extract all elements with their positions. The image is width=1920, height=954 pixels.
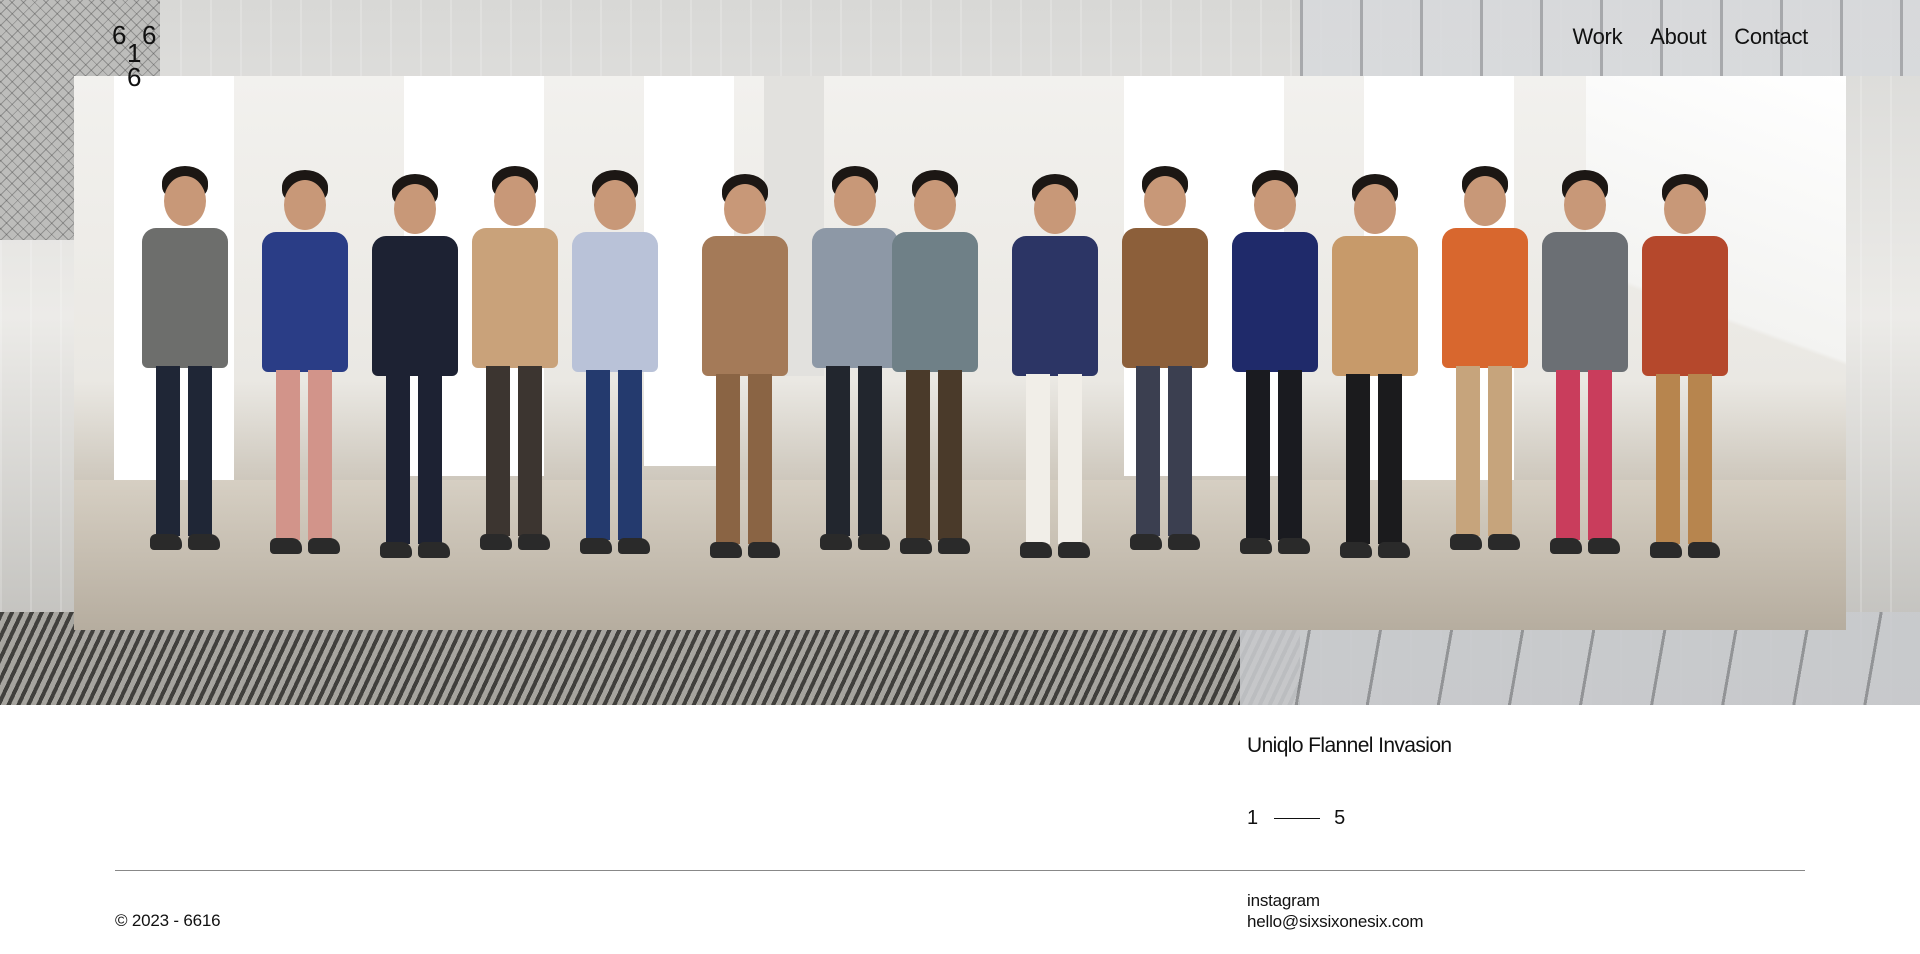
photo-person	[364, 174, 464, 594]
photo-person	[1114, 166, 1214, 586]
logo-glyph: 6	[127, 62, 142, 92]
photo-person	[564, 170, 664, 590]
nav-about-link[interactable]: About	[1650, 24, 1706, 50]
logo-glyph: 6	[142, 20, 157, 50]
instagram-link[interactable]: instagram	[1247, 890, 1423, 911]
photo-person	[254, 170, 354, 590]
logo-glyph: 6	[112, 20, 127, 50]
email-link[interactable]: hello@sixsixonesix.com	[1247, 911, 1424, 932]
footer-contact: instagram hello@sixsixonesix.com	[1247, 890, 1424, 932]
photo-person	[694, 174, 794, 594]
brand-logo[interactable]: 6 1 6 6	[108, 20, 168, 92]
footer-divider	[115, 870, 1805, 871]
photo-person	[464, 166, 564, 586]
project-title: Uniqlo Flannel Invasion	[1247, 734, 1452, 757]
pager-progress-line	[1274, 818, 1321, 819]
nav-contact-link[interactable]: Contact	[1734, 24, 1808, 50]
copyright-text: © 2023 - 6616	[115, 911, 221, 930]
photo-person	[1224, 170, 1324, 590]
photo-person	[884, 170, 984, 590]
photo-person	[1324, 174, 1424, 594]
hero-background	[0, 0, 1920, 705]
pager-current: 1	[1247, 807, 1259, 829]
pager-total: 5	[1334, 807, 1346, 829]
hero-photo[interactable]	[74, 76, 1846, 630]
photo-person	[1634, 174, 1734, 594]
photo-person	[1004, 174, 1104, 594]
photo-people	[74, 76, 1846, 630]
nav-work-link[interactable]: Work	[1573, 24, 1623, 50]
photo-person	[1434, 166, 1534, 586]
photo-person	[1534, 170, 1634, 590]
photo-person	[134, 166, 234, 586]
slide-pager[interactable]: 1 5	[1247, 807, 1345, 830]
main-nav: Work About Contact	[1573, 24, 1809, 50]
